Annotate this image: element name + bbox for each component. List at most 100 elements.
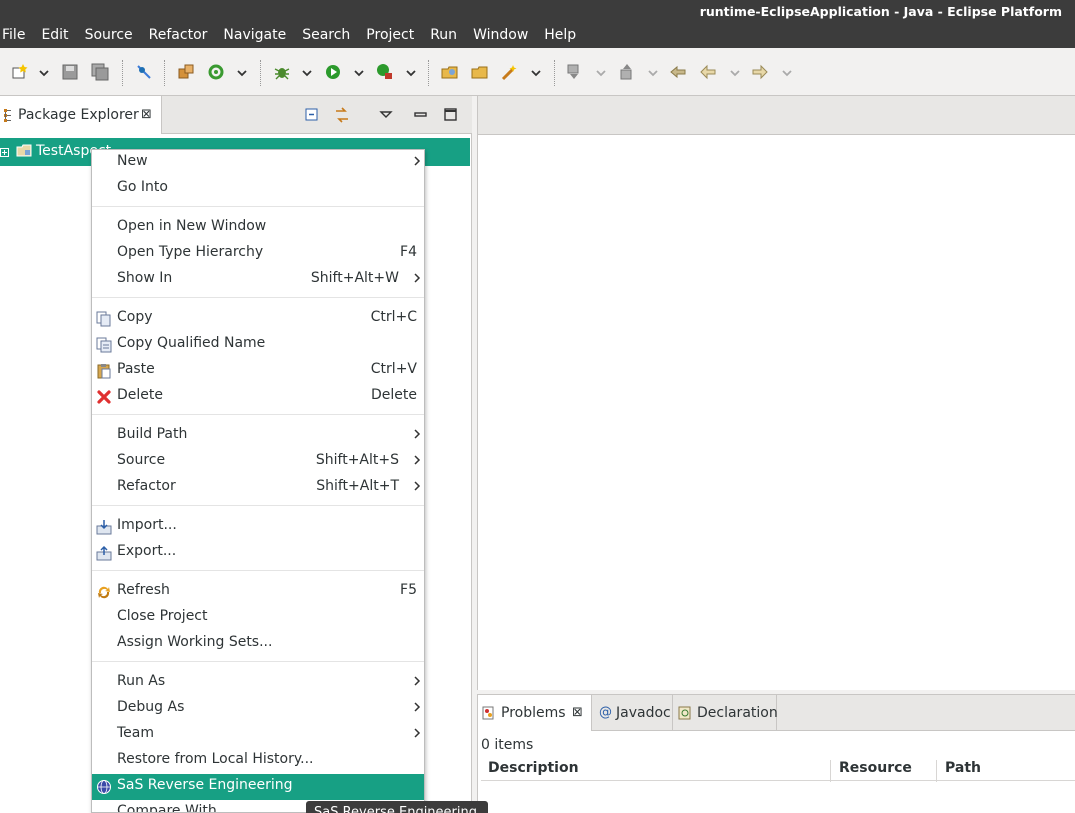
link-with-editor-icon[interactable]	[333, 106, 351, 124]
menu-item-run-as[interactable]: Run As	[92, 670, 424, 696]
menu-item-show-in[interactable]: Show In Shift+Alt+W	[92, 267, 424, 293]
menu-item-debug-as[interactable]: Debug As	[92, 696, 424, 722]
collapse-all-icon[interactable]	[304, 106, 322, 124]
chevron-down-icon[interactable]	[531, 66, 541, 86]
menu-item-go-into[interactable]: Go Into	[92, 176, 424, 202]
menu-search[interactable]: Search	[294, 24, 358, 48]
menu-item-label: New	[117, 153, 148, 169]
tab-javadoc[interactable]: @ Javadoc	[592, 695, 673, 731]
refresh-build-icon[interactable]	[206, 62, 226, 82]
menu-project[interactable]: Project	[358, 24, 422, 48]
package-explorer-icon	[2, 108, 14, 122]
minimize-icon[interactable]	[412, 106, 430, 124]
chevron-down-icon[interactable]	[596, 66, 606, 86]
save-all-icon[interactable]	[90, 62, 110, 82]
menu-item-open-in-new-window[interactable]: Open in New Window	[92, 215, 424, 241]
run-icon[interactable]	[323, 62, 343, 82]
forward-icon[interactable]	[750, 62, 770, 82]
menu-item-paste[interactable]: Paste Ctrl+V	[92, 358, 424, 384]
table-header: Description Resource Path	[481, 757, 1075, 782]
menu-bar: File Edit Source Refactor Navigate Searc…	[0, 24, 1075, 48]
menu-item-build-path[interactable]: Build Path	[92, 423, 424, 449]
menu-item-label: Refresh	[117, 582, 170, 598]
menu-item-label: Open in New Window	[117, 218, 267, 234]
chevron-right-icon	[413, 674, 421, 688]
chevron-down-icon[interactable]	[730, 66, 740, 86]
menu-item-restore-from-local-history[interactable]: Restore from Local History...	[92, 748, 424, 774]
menu-refactor[interactable]: Refactor	[141, 24, 216, 48]
menu-source[interactable]: Source	[77, 24, 141, 48]
maximize-icon[interactable]	[442, 106, 460, 124]
chevron-down-icon[interactable]	[302, 66, 312, 86]
back-icon[interactable]	[698, 62, 718, 82]
menu-run[interactable]: Run	[422, 24, 465, 48]
chevron-down-icon[interactable]	[782, 66, 792, 86]
chevron-down-icon[interactable]	[648, 66, 658, 86]
menu-item-label: Import...	[117, 517, 177, 533]
menu-item-label: Team	[117, 725, 155, 741]
menu-item-delete[interactable]: Delete Delete	[92, 384, 424, 410]
chevron-right-icon	[413, 700, 421, 714]
last-edit-icon[interactable]	[668, 62, 688, 82]
toggle-breakpoint-icon[interactable]	[134, 62, 154, 82]
title-bar: runtime-EclipseApplication - Java - Ecli…	[0, 0, 1075, 24]
debug-icon[interactable]	[272, 62, 292, 82]
menu-window[interactable]: Window	[465, 24, 536, 48]
tab-problems[interactable]: Problems ⊠	[478, 695, 592, 731]
menu-item-shortcut: Ctrl+C	[370, 309, 417, 325]
tab-declaration[interactable]: Declaration	[673, 695, 778, 731]
menu-item-import[interactable]: Import...	[92, 514, 424, 540]
open-type-icon[interactable]	[176, 62, 196, 82]
menu-item-shortcut: Delete	[371, 387, 417, 403]
bottom-tab-bar: Problems ⊠ @ Javadoc Declaration	[478, 695, 1075, 731]
menu-item-open-type-hierarchy[interactable]: Open Type Hierarchy F4	[92, 241, 424, 267]
menu-item-label: Compare With	[117, 803, 217, 813]
menu-item-refactor[interactable]: Refactor Shift+Alt+T	[92, 475, 424, 501]
view-menu-icon[interactable]	[377, 106, 395, 124]
menu-edit[interactable]: Edit	[33, 24, 76, 48]
close-icon[interactable]: ⊠	[141, 107, 152, 122]
open-folder-icon[interactable]	[440, 62, 460, 82]
menu-item-label: Refactor	[117, 478, 176, 494]
menu-item-team[interactable]: Team	[92, 722, 424, 748]
menu-item-copy[interactable]: Copy Ctrl+C	[92, 306, 424, 332]
column-path[interactable]: Path	[936, 760, 981, 782]
menu-navigate[interactable]: Navigate	[215, 24, 294, 48]
column-resource[interactable]: Resource	[830, 760, 912, 782]
menu-item-shortcut: Shift+Alt+T	[316, 478, 399, 494]
new-wizard-icon[interactable]	[10, 62, 30, 82]
tab-problems-label: Problems	[501, 705, 566, 721]
chevron-down-icon[interactable]	[354, 66, 364, 86]
menu-item-label: Go Into	[117, 179, 168, 195]
menu-item-copy-qualified-name[interactable]: Copy Qualified Name	[92, 332, 424, 358]
tab-package-explorer[interactable]: Package Explorer ⊠	[0, 96, 162, 134]
menu-item-label: Assign Working Sets...	[117, 634, 273, 650]
chevron-down-icon[interactable]	[406, 66, 416, 86]
previous-annotation-icon[interactable]	[617, 62, 637, 82]
menu-separator	[92, 570, 424, 571]
wand-icon[interactable]	[500, 62, 520, 82]
menu-item-export[interactable]: Export...	[92, 540, 424, 566]
expand-icon[interactable]	[0, 148, 9, 157]
column-description[interactable]: Description	[488, 760, 579, 782]
menu-item-sas-reverse-engineering[interactable]: SaS Reverse Engineering	[92, 774, 424, 800]
save-icon[interactable]	[60, 62, 80, 82]
open-file-icon[interactable]	[470, 62, 490, 82]
chevron-down-icon[interactable]	[237, 66, 247, 86]
external-tools-icon[interactable]	[375, 62, 395, 82]
items-count: 0 items	[481, 737, 534, 753]
next-annotation-icon[interactable]	[564, 62, 584, 82]
close-icon[interactable]: ⊠	[572, 705, 583, 720]
menu-help[interactable]: Help	[536, 24, 584, 48]
menu-file[interactable]: File	[0, 24, 33, 48]
editor-tab-bar	[478, 96, 1075, 135]
menu-item-close-project[interactable]: Close Project	[92, 605, 424, 631]
menu-item-new[interactable]: New	[92, 150, 424, 176]
tooltip-text: SaS Reverse Engineering	[314, 805, 477, 813]
import-icon	[96, 519, 112, 535]
menu-item-refresh[interactable]: Refresh F5	[92, 579, 424, 605]
menu-item-assign-working-sets[interactable]: Assign Working Sets...	[92, 631, 424, 657]
menu-item-label: Copy	[117, 309, 153, 325]
menu-item-source[interactable]: Source Shift+Alt+S	[92, 449, 424, 475]
chevron-down-icon[interactable]	[39, 66, 49, 86]
